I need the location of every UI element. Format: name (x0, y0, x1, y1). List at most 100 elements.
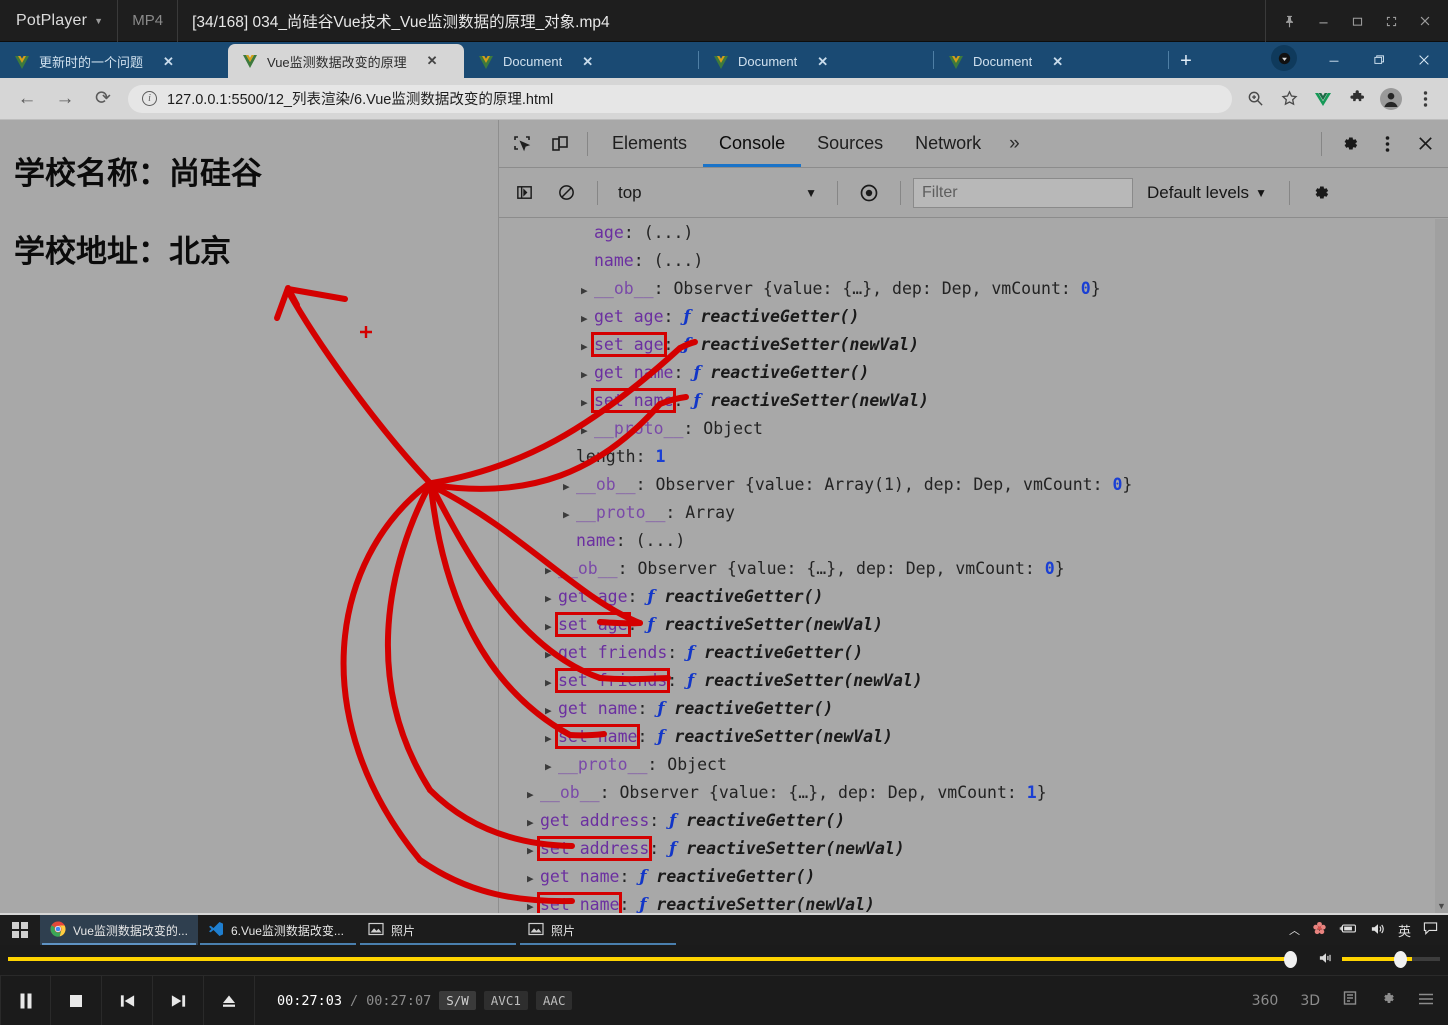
flower-icon[interactable] (1312, 921, 1327, 939)
back-button[interactable]: ← (8, 80, 46, 118)
seek-handle[interactable] (1284, 951, 1297, 968)
close-icon[interactable]: ✕ (421, 53, 444, 69)
expand-triangle-icon[interactable]: ▶ (563, 473, 576, 501)
tab-sources[interactable]: Sources (801, 120, 899, 167)
close-devtools-icon[interactable] (1406, 125, 1444, 163)
expand-triangle-icon[interactable]: ▶ (527, 781, 540, 809)
expand-triangle-icon[interactable]: ▶ (581, 305, 594, 333)
taskbar-item-2[interactable]: 照片 (358, 915, 518, 945)
new-tab-button[interactable]: + (1169, 45, 1203, 78)
console-line[interactable]: ▶ get age: ƒ reactiveGetter() (499, 583, 1448, 611)
expand-triangle-icon[interactable]: ▶ (527, 893, 540, 913)
execution-context-select[interactable]: top ▼ (610, 179, 825, 207)
profile-avatar-icon[interactable] (1376, 84, 1406, 114)
close-icon[interactable]: ✕ (157, 54, 180, 70)
expand-triangle-icon[interactable]: ▶ (581, 417, 594, 445)
console-line[interactable]: ▶ get name: ƒ reactiveGetter() (499, 695, 1448, 723)
log-levels-dropdown[interactable]: Default levels ▼ (1137, 183, 1277, 203)
console-line[interactable]: ▶ __proto__: Object (499, 415, 1448, 443)
close-icon[interactable] (1401, 43, 1446, 77)
expand-triangle-icon[interactable]: ▶ (581, 333, 594, 361)
profile-badge-icon[interactable] (1271, 45, 1297, 71)
expand-triangle-icon[interactable]: ▶ (545, 557, 558, 585)
console-line[interactable]: ▶ get name: ƒ reactiveGetter() (499, 359, 1448, 387)
previous-button[interactable] (102, 975, 153, 1025)
chrome-menu-icon[interactable] (1410, 84, 1440, 114)
pin-icon[interactable] (1272, 0, 1306, 42)
expand-triangle-icon[interactable]: ▶ (545, 613, 558, 641)
console-line[interactable]: ▶ get address: ƒ reactiveGetter() (499, 807, 1448, 835)
console-scrollbar[interactable]: ▼ (1435, 219, 1448, 913)
fullscreen-icon[interactable] (1374, 0, 1408, 42)
expand-triangle-icon[interactable]: ▶ (545, 669, 558, 697)
forward-button[interactable]: → (46, 80, 84, 118)
console-line[interactable]: ▶ __ob__: Observer {value: Array(1), dep:… (499, 471, 1448, 499)
clear-console-icon[interactable] (547, 174, 585, 212)
console-line[interactable]: ▶ __proto__: Array (499, 499, 1448, 527)
expand-triangle-icon[interactable]: ▶ (545, 585, 558, 613)
inspect-element-icon[interactable] (503, 125, 541, 163)
menu-icon[interactable] (1418, 992, 1434, 1010)
3d-mode-button[interactable]: 3D (1300, 993, 1320, 1009)
restore-icon[interactable] (1356, 43, 1401, 77)
windows-start-icon[interactable] (0, 915, 40, 945)
next-button[interactable] (153, 975, 204, 1025)
expand-triangle-icon[interactable]: ▶ (563, 501, 576, 529)
expand-triangle-icon[interactable]: ▶ (527, 837, 540, 865)
console-line[interactable]: ▶ set name: ƒ reactiveSetter(newVal) (499, 891, 1448, 913)
expand-triangle-icon[interactable]: ▶ (581, 361, 594, 389)
site-info-icon[interactable]: i (142, 91, 157, 106)
console-line[interactable]: ▶ get name: ƒ reactiveGetter() (499, 863, 1448, 891)
console-line[interactable]: ▶ get friends: ƒ reactiveGetter() (499, 639, 1448, 667)
close-icon[interactable] (1408, 0, 1442, 42)
360-mode-button[interactable]: 360 (1252, 993, 1279, 1009)
live-expression-icon[interactable] (850, 174, 888, 212)
seek-slider[interactable] (8, 957, 1288, 961)
volume-handle[interactable] (1394, 951, 1407, 968)
minimize-icon[interactable] (1306, 0, 1340, 42)
close-icon[interactable]: ✕ (1046, 54, 1069, 70)
console-line[interactable]: ▶ __ob__: Observer {value: {…}, dep: Dep,… (499, 555, 1448, 583)
browser-tab-2[interactable]: Document ✕ (464, 45, 698, 78)
console-line[interactable]: ▶ set name: ƒ reactiveSetter(newVal) (499, 387, 1448, 415)
tab-console[interactable]: Console (703, 120, 801, 167)
close-icon[interactable]: ✕ (811, 54, 834, 70)
playlist-icon[interactable] (1342, 990, 1358, 1011)
address-bar[interactable]: i 127.0.0.1:5500/12_列表渲染/6.Vue监测数据改变的原理.… (128, 84, 1232, 113)
console-line[interactable]: ▶ set address: ƒ reactiveSetter(newVal) (499, 835, 1448, 863)
settings-gear-icon[interactable] (1330, 125, 1368, 163)
console-line[interactable]: length: 1 (499, 443, 1448, 471)
console-line[interactable]: name: (...) (499, 527, 1448, 555)
minimize-icon[interactable] (1311, 43, 1356, 77)
eject-button[interactable] (204, 975, 255, 1025)
more-tabs-icon[interactable]: » (997, 133, 1032, 155)
expand-triangle-icon[interactable]: ▶ (545, 753, 558, 781)
maximize-icon[interactable] (1340, 0, 1374, 42)
console-line[interactable]: name: (...) (499, 247, 1448, 275)
browser-tab-4[interactable]: Document ✕ (934, 45, 1168, 78)
vue-devtools-icon[interactable] (1308, 84, 1338, 114)
close-icon[interactable]: ✕ (576, 54, 599, 70)
stop-button[interactable] (51, 975, 102, 1025)
console-line[interactable]: ▶ set friends: ƒ reactiveSetter(newVal) (499, 667, 1448, 695)
console-line[interactable]: ▶ get age: ƒ reactiveGetter() (499, 303, 1448, 331)
browser-tab-3[interactable]: Document ✕ (699, 45, 933, 78)
tab-elements[interactable]: Elements (596, 120, 703, 167)
expand-triangle-icon[interactable]: ▶ (581, 277, 594, 305)
console-line[interactable]: ▶ set age: ƒ reactiveSetter(newVal) (499, 331, 1448, 359)
battery-icon[interactable] (1339, 922, 1358, 938)
notification-icon[interactable] (1423, 921, 1438, 939)
more-options-icon[interactable] (1368, 125, 1406, 163)
console-line[interactable]: ▶ __ob__: Observer {value: {…}, dep: Dep,… (499, 275, 1448, 303)
pause-button[interactable] (0, 975, 51, 1025)
console-line[interactable]: ▶ __ob__: Observer {value: {…}, dep: Dep,… (499, 779, 1448, 807)
taskbar-item-3[interactable]: 照片 (518, 915, 678, 945)
extensions-icon[interactable] (1342, 84, 1372, 114)
console-line[interactable]: ▶ __proto__: Object (499, 751, 1448, 779)
volume-icon[interactable] (1370, 922, 1386, 939)
settings-icon[interactable] (1380, 990, 1396, 1011)
taskbar-item-1[interactable]: 6.Vue监测数据改变... (198, 915, 358, 945)
scroll-down-arrow-icon[interactable]: ▼ (1437, 901, 1446, 911)
console-line[interactable]: ▶ set name: ƒ reactiveSetter(newVal) (499, 723, 1448, 751)
expand-triangle-icon[interactable]: ▶ (527, 809, 540, 837)
